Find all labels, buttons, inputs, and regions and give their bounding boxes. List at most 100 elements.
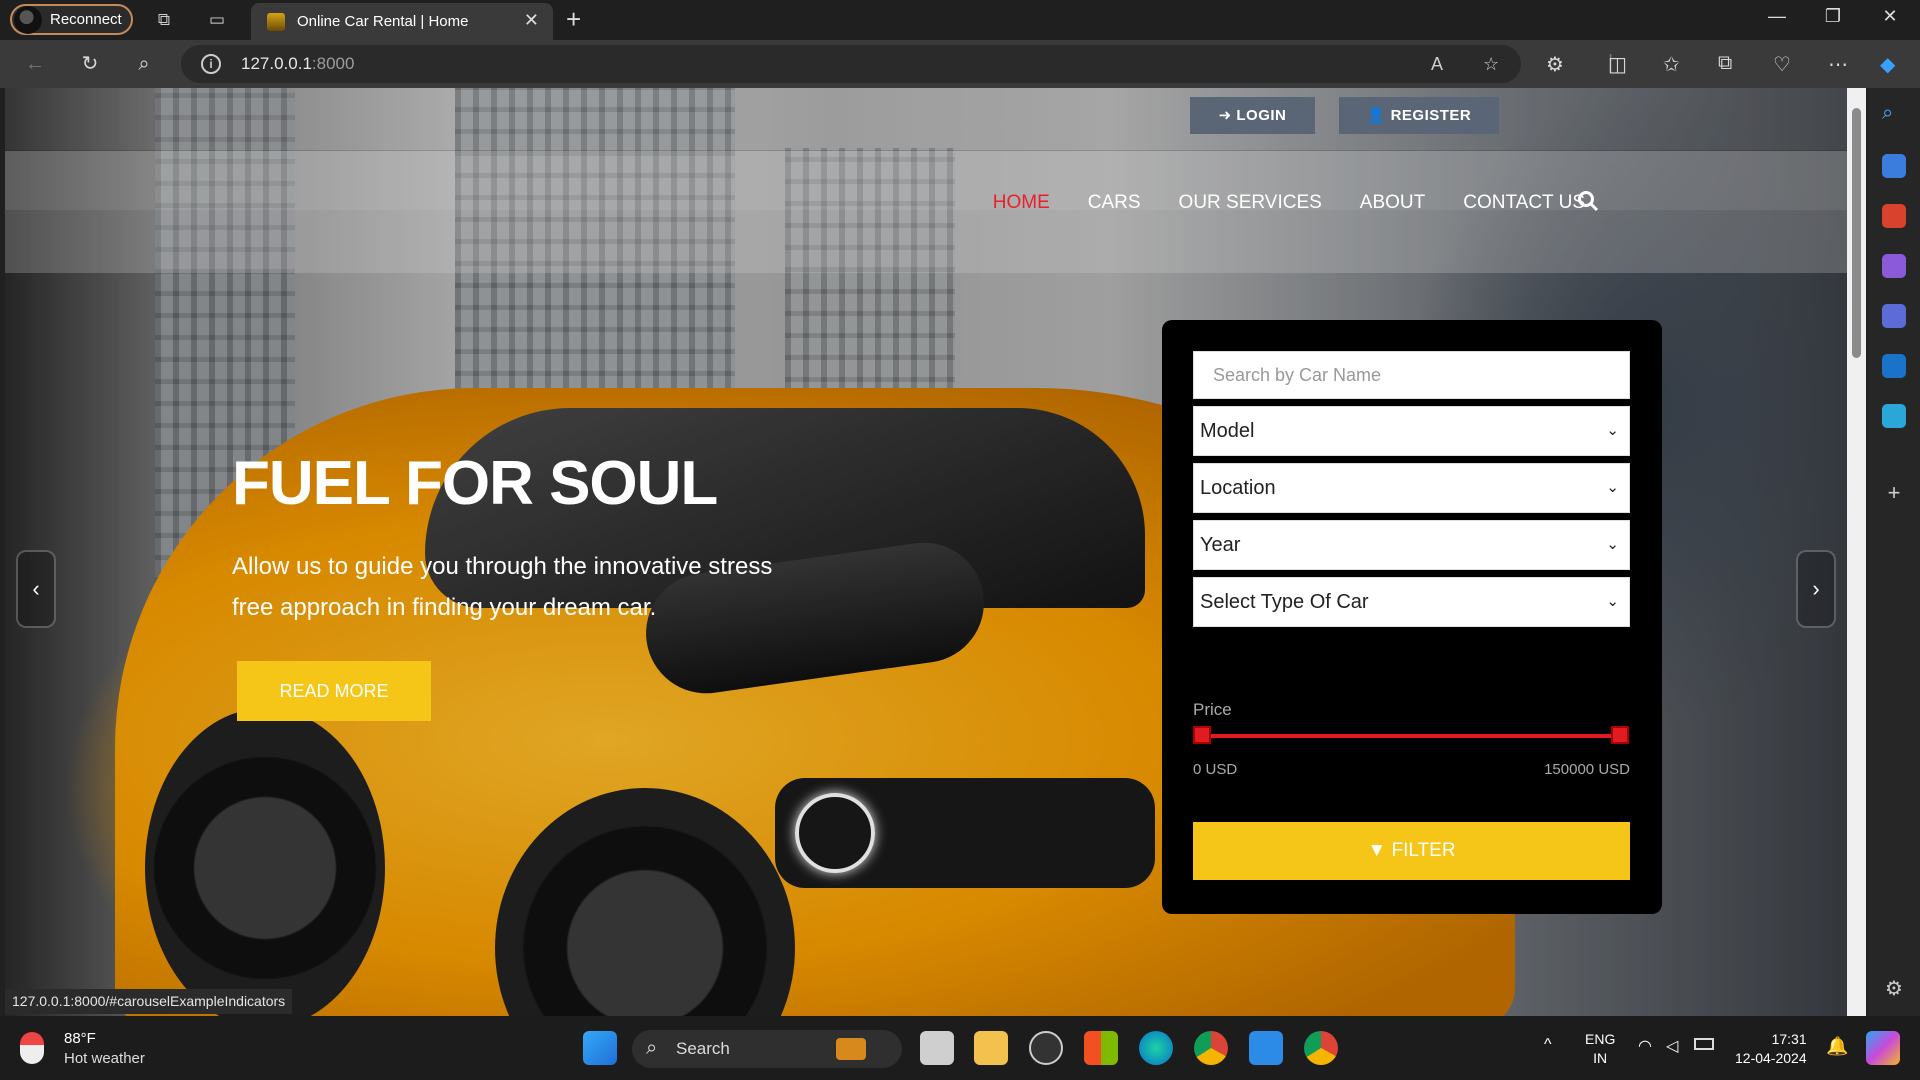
year-select[interactable]: Year ⌄ [1193,520,1630,570]
extensions-icon[interactable]: ⚙ [1546,52,1564,77]
url-host: 127.0.0.1 [241,54,312,73]
battery-icon[interactable] [1694,1038,1714,1050]
edge-icon[interactable] [1139,1031,1173,1065]
car-type-select[interactable]: Select Type Of Car ⌄ [1193,577,1630,627]
screen: Reconnect ⧉ ▭ Online Car Rental | Home ✕… [0,0,1920,1080]
sidebar-search-icon[interactable]: ⌕ [1882,102,1906,126]
page-scrollbar[interactable] [1847,88,1866,1016]
reconnect-button[interactable]: Reconnect [10,4,133,35]
year-select-value: Year [1200,534,1241,556]
sidebar-outlook-icon[interactable] [1882,354,1906,378]
price-min-handle[interactable] [1193,726,1211,744]
register-button[interactable]: 👤 REGISTER [1339,97,1499,134]
favorites-icon[interactable]: ✩ [1663,52,1680,77]
address-url: 127.0.0.1:8000 [241,54,354,74]
tab-online-car-rental[interactable]: Online Car Rental | Home ✕ [251,3,553,40]
vscode-icon[interactable] [1249,1031,1283,1065]
sidebar-tools-icon[interactable] [1882,204,1906,228]
search-highlight-icon [836,1038,866,1060]
thermometer-icon[interactable] [20,1032,44,1064]
taskbar-search-label: Search [676,1039,730,1058]
minimize-icon[interactable]: — [1757,6,1797,27]
price-label: Price [1193,700,1232,719]
sidebar-shopping-icon[interactable] [1882,154,1906,178]
site-info-icon[interactable]: i [201,54,221,74]
sidebar-games-icon[interactable] [1882,254,1906,278]
copilot-taskbar-icon[interactable] [1866,1031,1900,1065]
login-label: LOGIN [1236,107,1287,124]
login-button[interactable]: ➜ LOGIN [1190,97,1315,134]
language-code: ENG [1585,1031,1616,1047]
back-icon[interactable]: ← [22,52,48,76]
read-more-button[interactable]: READ MORE [237,661,431,721]
weather-temperature[interactable]: 88°F [64,1030,96,1047]
sidebar-settings-icon[interactable]: ⚙ [1882,976,1906,1000]
browser-toolbar: ← ↻ ⌕ i 127.0.0.1:8000 A ☆ ⚙ | ◫ ✩ ⧉ ♡ ⋯… [0,40,1920,88]
scrollbar-thumb[interactable] [1852,108,1861,358]
model-select[interactable]: Model ⌄ [1193,406,1630,456]
workspaces-icon[interactable]: ⧉ [153,9,175,31]
carousel-next-icon[interactable]: › [1796,550,1836,628]
filter-button[interactable]: ▼ FILTER [1193,822,1630,880]
sidebar-add-icon[interactable]: + [1882,480,1906,505]
register-label: REGISTER [1390,107,1472,124]
nav-about[interactable]: ABOUT [1360,192,1425,214]
sidebar-send-icon[interactable] [1882,404,1906,428]
windows-taskbar: 88°F Hot weather ⌕ Search ^ ENG IN ◠ ◁ 1… [0,1016,1920,1080]
vertical-tabs-icon[interactable]: ▭ [206,9,228,31]
dell-icon[interactable] [1029,1031,1063,1065]
microsoft-store-icon[interactable] [1084,1031,1118,1065]
nav-cars[interactable]: CARS [1088,192,1141,214]
close-window-icon[interactable]: ✕ [1870,6,1910,27]
login-icon: ➜ [1218,107,1237,124]
notifications-icon[interactable]: 🔔 [1826,1036,1848,1057]
location-select[interactable]: Location ⌄ [1193,463,1630,513]
status-bar-url: 127.0.0.1:8000/#carouselExampleIndicator… [5,989,293,1014]
language-indicator[interactable]: ENG IN [1585,1030,1615,1068]
carousel-prev-icon[interactable]: ‹ [16,550,56,628]
chrome-profile-icon[interactable] [1304,1031,1338,1065]
nav-home[interactable]: HOME [993,192,1050,214]
search-icon[interactable]: ⌕ [131,52,157,76]
car-name-search-input[interactable]: Search by Car Name [1193,351,1630,399]
collections-icon[interactable]: ⧉ [1718,52,1732,75]
sidebar-copilot-icon[interactable] [1882,304,1906,328]
show-hidden-icons-icon[interactable]: ^ [1544,1036,1552,1054]
more-menu-icon[interactable]: ⋯ [1828,52,1848,77]
volume-icon[interactable]: ◁ [1666,1036,1678,1056]
filter-button-label: FILTER [1391,840,1456,861]
copilot-icon[interactable]: ◆ [1880,52,1895,77]
url-port: :8000 [311,54,355,73]
favorite-star-icon[interactable]: ☆ [1483,54,1499,75]
task-view-icon[interactable] [920,1031,954,1065]
address-bar[interactable]: i 127.0.0.1:8000 A ☆ [181,45,1521,83]
price-min-value: 0 USD [1193,761,1238,778]
new-tab-icon[interactable]: + [566,4,581,35]
browser-essentials-icon[interactable]: ♡ [1773,52,1791,77]
tab-close-icon[interactable]: ✕ [524,10,539,31]
page-viewport: ➜ LOGIN 👤 REGISTER HOME CARS OUR SERVICE… [5,88,1847,1016]
chevron-down-icon: ⌄ [1606,536,1619,553]
hero-subtitle: Allow us to guide you through the innova… [232,553,773,621]
clock[interactable]: 17:31 12-04-2024 [1735,1030,1807,1068]
windows-start-icon[interactable] [583,1031,617,1065]
refresh-icon[interactable]: ↻ [77,52,103,76]
taskbar-search[interactable]: ⌕ Search [632,1030,902,1068]
nav-our-services[interactable]: OUR SERVICES [1179,192,1322,214]
nav-contact-us[interactable]: CONTACT US [1463,192,1585,214]
split-screen-icon[interactable]: ◫ [1608,52,1627,77]
price-max-handle[interactable] [1611,726,1629,744]
location-select-value: Location [1200,477,1276,499]
chevron-down-icon: ⌄ [1606,479,1619,496]
maximize-icon[interactable]: ❐ [1813,6,1853,27]
clock-time: 17:31 [1771,1031,1807,1047]
region-code: IN [1593,1050,1608,1066]
reconnect-label: Reconnect [50,11,122,28]
nav-search-icon[interactable] [1577,190,1599,212]
weather-description[interactable]: Hot weather [64,1050,145,1067]
wifi-icon[interactable]: ◠ [1638,1036,1652,1056]
file-explorer-icon[interactable] [974,1031,1008,1065]
read-aloud-icon[interactable]: A [1431,54,1443,75]
chrome-icon[interactable] [1194,1031,1228,1065]
price-range-slider[interactable] [1200,734,1620,738]
